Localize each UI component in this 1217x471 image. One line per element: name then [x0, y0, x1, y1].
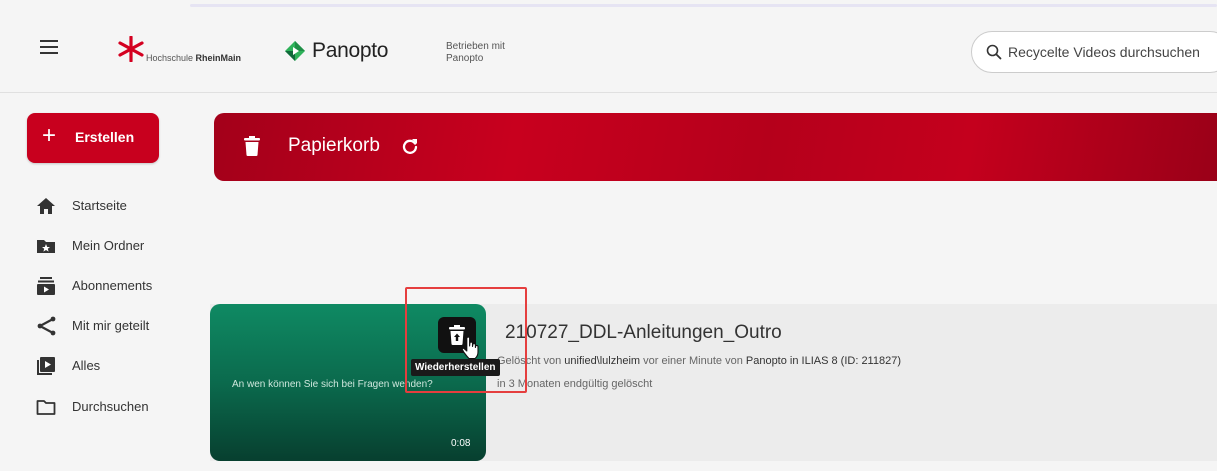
- playlist-icon: [37, 357, 55, 375]
- share-icon: [37, 316, 56, 336]
- video-title[interactable]: 210727_DDL-Anleitungen_Outro: [505, 322, 782, 344]
- plus-icon: +: [42, 122, 57, 149]
- folder-icon: [36, 400, 56, 415]
- subscriptions-icon: [37, 277, 55, 295]
- menu-icon[interactable]: [40, 40, 58, 54]
- asterisk-logo-icon: [118, 36, 144, 62]
- create-button[interactable]: + Erstellen: [27, 113, 159, 163]
- trash-icon: [244, 136, 260, 156]
- recycle-bin-banner: Papierkorb: [214, 113, 1217, 181]
- sidebar-item-all[interactable]: Alles: [36, 354, 196, 378]
- star-folder-icon: [37, 240, 55, 253]
- top-strip: [0, 0, 1217, 12]
- video-duration: 0:08: [451, 438, 471, 449]
- sidebar-item-shared[interactable]: Mit mir geteilt: [36, 314, 196, 338]
- sidebar-item-browse[interactable]: Durchsuchen: [36, 395, 196, 419]
- university-logo[interactable]: Hochschule RheinMain: [118, 36, 258, 70]
- home-icon: [37, 198, 55, 214]
- search-placeholder: Recycelte Videos durchsuchen: [1008, 44, 1200, 60]
- top-divider: [190, 4, 1217, 7]
- panopto-play-icon: [285, 41, 305, 61]
- search-input[interactable]: Recycelte Videos durchsuchen: [971, 31, 1217, 73]
- refresh-icon[interactable]: [402, 138, 418, 154]
- panopto-wordmark: Panopto: [312, 39, 389, 62]
- sidebar-item-home[interactable]: Startseite: [36, 194, 196, 218]
- powered-by-text: Betrieben mit Panopto: [446, 41, 505, 64]
- university-name: Hochschule RheinMain: [146, 53, 242, 63]
- page-title: Papierkorb: [288, 135, 380, 156]
- thumbnail-caption: An wen können Sie sich bei Fragen wenden…: [232, 379, 433, 390]
- search-icon: [986, 44, 1002, 60]
- sidebar-item-my-folder[interactable]: Mein Ordner: [36, 234, 196, 258]
- highlight-box: [405, 287, 527, 393]
- video-deleted-info: Gelöscht von unified\lulzheim vor einer …: [497, 355, 901, 367]
- app-header: Hochschule RheinMain Panopto Betrieben m…: [0, 12, 1217, 93]
- sidebar-item-subscriptions[interactable]: Abonnements: [36, 274, 196, 298]
